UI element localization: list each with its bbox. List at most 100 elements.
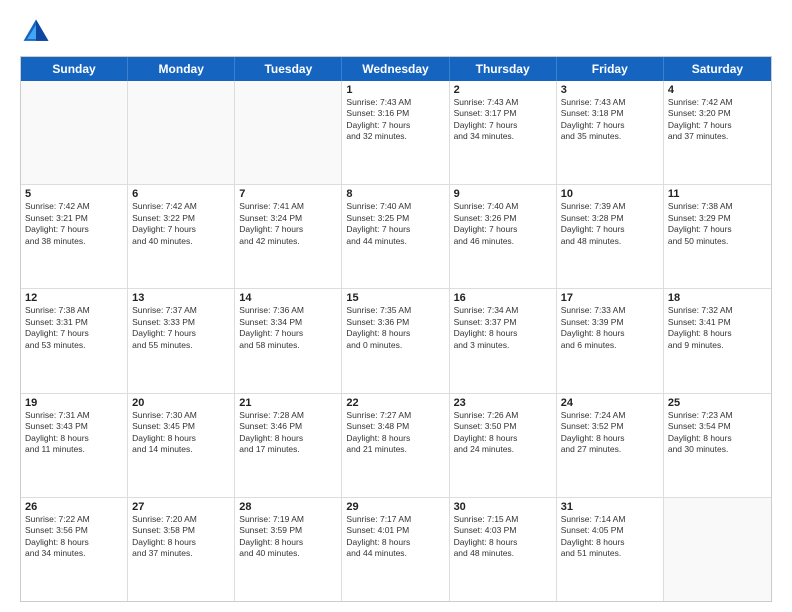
- day-cell-2: 2Sunrise: 7:43 AM Sunset: 3:17 PM Daylig…: [450, 81, 557, 184]
- day-cell-6: 6Sunrise: 7:42 AM Sunset: 3:22 PM Daylig…: [128, 185, 235, 288]
- day-cell-18: 18Sunrise: 7:32 AM Sunset: 3:41 PM Dayli…: [664, 289, 771, 392]
- day-number: 10: [561, 188, 659, 200]
- day-number: 18: [668, 292, 767, 304]
- day-info: Sunrise: 7:24 AM Sunset: 3:52 PM Dayligh…: [561, 410, 659, 456]
- day-info: Sunrise: 7:34 AM Sunset: 3:37 PM Dayligh…: [454, 305, 552, 351]
- day-number: 22: [346, 397, 444, 409]
- day-cell-3: 3Sunrise: 7:43 AM Sunset: 3:18 PM Daylig…: [557, 81, 664, 184]
- day-cell-28: 28Sunrise: 7:19 AM Sunset: 3:59 PM Dayli…: [235, 498, 342, 601]
- calendar-header: SundayMondayTuesdayWednesdayThursdayFrid…: [21, 57, 771, 81]
- day-number: 4: [668, 84, 767, 96]
- day-info: Sunrise: 7:38 AM Sunset: 3:31 PM Dayligh…: [25, 305, 123, 351]
- day-number: 30: [454, 501, 552, 513]
- day-number: 6: [132, 188, 230, 200]
- week-row-3: 19Sunrise: 7:31 AM Sunset: 3:43 PM Dayli…: [21, 394, 771, 498]
- day-number: 31: [561, 501, 659, 513]
- day-number: 26: [25, 501, 123, 513]
- day-number: 24: [561, 397, 659, 409]
- day-info: Sunrise: 7:22 AM Sunset: 3:56 PM Dayligh…: [25, 514, 123, 560]
- day-info: Sunrise: 7:15 AM Sunset: 4:03 PM Dayligh…: [454, 514, 552, 560]
- day-cell-20: 20Sunrise: 7:30 AM Sunset: 3:45 PM Dayli…: [128, 394, 235, 497]
- day-info: Sunrise: 7:42 AM Sunset: 3:20 PM Dayligh…: [668, 97, 767, 143]
- day-number: 12: [25, 292, 123, 304]
- day-info: Sunrise: 7:39 AM Sunset: 3:28 PM Dayligh…: [561, 201, 659, 247]
- day-cell-25: 25Sunrise: 7:23 AM Sunset: 3:54 PM Dayli…: [664, 394, 771, 497]
- day-number: 21: [239, 397, 337, 409]
- day-cell-16: 16Sunrise: 7:34 AM Sunset: 3:37 PM Dayli…: [450, 289, 557, 392]
- day-cell-23: 23Sunrise: 7:26 AM Sunset: 3:50 PM Dayli…: [450, 394, 557, 497]
- week-row-4: 26Sunrise: 7:22 AM Sunset: 3:56 PM Dayli…: [21, 498, 771, 601]
- day-number: 2: [454, 84, 552, 96]
- day-cell-22: 22Sunrise: 7:27 AM Sunset: 3:48 PM Dayli…: [342, 394, 449, 497]
- day-cell-8: 8Sunrise: 7:40 AM Sunset: 3:25 PM Daylig…: [342, 185, 449, 288]
- day-number: 14: [239, 292, 337, 304]
- day-cell-7: 7Sunrise: 7:41 AM Sunset: 3:24 PM Daylig…: [235, 185, 342, 288]
- day-number: 8: [346, 188, 444, 200]
- day-info: Sunrise: 7:35 AM Sunset: 3:36 PM Dayligh…: [346, 305, 444, 351]
- day-info: Sunrise: 7:31 AM Sunset: 3:43 PM Dayligh…: [25, 410, 123, 456]
- day-info: Sunrise: 7:28 AM Sunset: 3:46 PM Dayligh…: [239, 410, 337, 456]
- day-cell-1: 1Sunrise: 7:43 AM Sunset: 3:16 PM Daylig…: [342, 81, 449, 184]
- day-cell-17: 17Sunrise: 7:33 AM Sunset: 3:39 PM Dayli…: [557, 289, 664, 392]
- day-number: 19: [25, 397, 123, 409]
- logo: [20, 16, 56, 48]
- empty-cell: [21, 81, 128, 184]
- day-cell-19: 19Sunrise: 7:31 AM Sunset: 3:43 PM Dayli…: [21, 394, 128, 497]
- day-cell-14: 14Sunrise: 7:36 AM Sunset: 3:34 PM Dayli…: [235, 289, 342, 392]
- day-number: 1: [346, 84, 444, 96]
- day-cell-13: 13Sunrise: 7:37 AM Sunset: 3:33 PM Dayli…: [128, 289, 235, 392]
- day-info: Sunrise: 7:43 AM Sunset: 3:17 PM Dayligh…: [454, 97, 552, 143]
- calendar: SundayMondayTuesdayWednesdayThursdayFrid…: [20, 56, 772, 602]
- day-info: Sunrise: 7:43 AM Sunset: 3:18 PM Dayligh…: [561, 97, 659, 143]
- day-number: 7: [239, 188, 337, 200]
- header-day-monday: Monday: [128, 57, 235, 81]
- day-cell-31: 31Sunrise: 7:14 AM Sunset: 4:05 PM Dayli…: [557, 498, 664, 601]
- day-info: Sunrise: 7:26 AM Sunset: 3:50 PM Dayligh…: [454, 410, 552, 456]
- header-day-wednesday: Wednesday: [342, 57, 449, 81]
- header-day-thursday: Thursday: [450, 57, 557, 81]
- empty-cell: [664, 498, 771, 601]
- header-day-saturday: Saturday: [664, 57, 771, 81]
- header: [20, 16, 772, 48]
- day-info: Sunrise: 7:36 AM Sunset: 3:34 PM Dayligh…: [239, 305, 337, 351]
- day-cell-15: 15Sunrise: 7:35 AM Sunset: 3:36 PM Dayli…: [342, 289, 449, 392]
- day-info: Sunrise: 7:23 AM Sunset: 3:54 PM Dayligh…: [668, 410, 767, 456]
- day-number: 11: [668, 188, 767, 200]
- day-cell-29: 29Sunrise: 7:17 AM Sunset: 4:01 PM Dayli…: [342, 498, 449, 601]
- day-cell-5: 5Sunrise: 7:42 AM Sunset: 3:21 PM Daylig…: [21, 185, 128, 288]
- day-info: Sunrise: 7:20 AM Sunset: 3:58 PM Dayligh…: [132, 514, 230, 560]
- page: SundayMondayTuesdayWednesdayThursdayFrid…: [0, 0, 792, 612]
- day-info: Sunrise: 7:41 AM Sunset: 3:24 PM Dayligh…: [239, 201, 337, 247]
- empty-cell: [128, 81, 235, 184]
- day-cell-4: 4Sunrise: 7:42 AM Sunset: 3:20 PM Daylig…: [664, 81, 771, 184]
- day-number: 16: [454, 292, 552, 304]
- day-number: 25: [668, 397, 767, 409]
- header-day-sunday: Sunday: [21, 57, 128, 81]
- day-info: Sunrise: 7:14 AM Sunset: 4:05 PM Dayligh…: [561, 514, 659, 560]
- day-cell-24: 24Sunrise: 7:24 AM Sunset: 3:52 PM Dayli…: [557, 394, 664, 497]
- week-row-0: 1Sunrise: 7:43 AM Sunset: 3:16 PM Daylig…: [21, 81, 771, 185]
- day-number: 15: [346, 292, 444, 304]
- day-number: 27: [132, 501, 230, 513]
- day-cell-27: 27Sunrise: 7:20 AM Sunset: 3:58 PM Dayli…: [128, 498, 235, 601]
- empty-cell: [235, 81, 342, 184]
- day-number: 20: [132, 397, 230, 409]
- day-info: Sunrise: 7:19 AM Sunset: 3:59 PM Dayligh…: [239, 514, 337, 560]
- day-number: 17: [561, 292, 659, 304]
- day-info: Sunrise: 7:42 AM Sunset: 3:21 PM Dayligh…: [25, 201, 123, 247]
- day-cell-30: 30Sunrise: 7:15 AM Sunset: 4:03 PM Dayli…: [450, 498, 557, 601]
- day-number: 28: [239, 501, 337, 513]
- day-info: Sunrise: 7:40 AM Sunset: 3:25 PM Dayligh…: [346, 201, 444, 247]
- day-info: Sunrise: 7:38 AM Sunset: 3:29 PM Dayligh…: [668, 201, 767, 247]
- day-cell-9: 9Sunrise: 7:40 AM Sunset: 3:26 PM Daylig…: [450, 185, 557, 288]
- day-info: Sunrise: 7:32 AM Sunset: 3:41 PM Dayligh…: [668, 305, 767, 351]
- day-cell-11: 11Sunrise: 7:38 AM Sunset: 3:29 PM Dayli…: [664, 185, 771, 288]
- logo-icon: [20, 16, 52, 48]
- day-number: 13: [132, 292, 230, 304]
- day-number: 9: [454, 188, 552, 200]
- header-day-tuesday: Tuesday: [235, 57, 342, 81]
- day-info: Sunrise: 7:27 AM Sunset: 3:48 PM Dayligh…: [346, 410, 444, 456]
- day-info: Sunrise: 7:30 AM Sunset: 3:45 PM Dayligh…: [132, 410, 230, 456]
- day-number: 29: [346, 501, 444, 513]
- day-number: 23: [454, 397, 552, 409]
